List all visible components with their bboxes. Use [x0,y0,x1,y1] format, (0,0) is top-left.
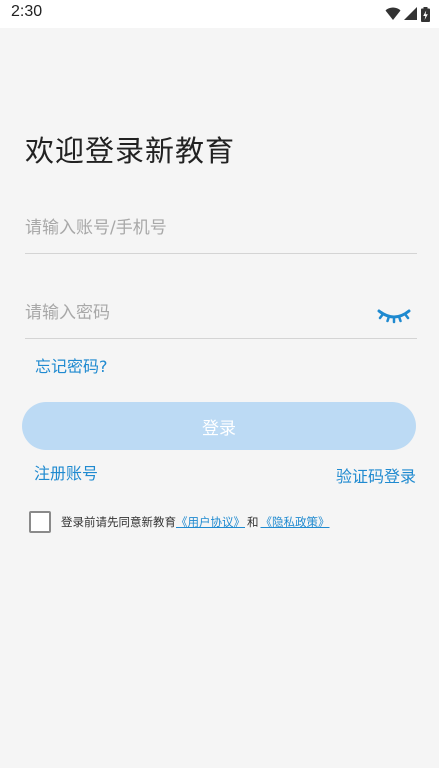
wifi-icon [385,7,401,20]
agreement-row: 登录前请先同意新教育 《用户协议》 和 《隐私政策》 [29,511,330,533]
battery-charging-icon [421,6,430,22]
page-title: 欢迎登录新教育 [25,134,236,168]
forgot-password-link[interactable]: 忘记密码? [35,353,108,377]
password-field [25,298,417,339]
status-time: 2:30 [11,3,43,20]
login-screen: 欢迎登录新教育 忘记密码? 登录 注册账号 验证码登录 登录前请先同意新教育 《… [0,28,439,768]
signal-icon [404,7,417,20]
status-bar: 2:30 [0,0,439,28]
user-agreement-link[interactable]: 《用户协议》 [176,514,245,530]
register-link[interactable]: 注册账号 [34,460,98,484]
eye-closed-icon[interactable] [376,303,412,327]
sms-login-link[interactable]: 验证码登录 [336,463,416,487]
account-field [25,213,417,254]
login-button[interactable]: 登录 [22,402,416,450]
privacy-policy-link[interactable]: 《隐私政策》 [261,514,330,530]
agreement-text: 登录前请先同意新教育 [61,515,176,529]
agreement-checkbox[interactable] [29,511,51,533]
status-icons [385,6,430,22]
agreement-and: 和 [247,515,259,529]
account-input[interactable] [25,213,355,243]
password-input[interactable] [25,298,355,328]
